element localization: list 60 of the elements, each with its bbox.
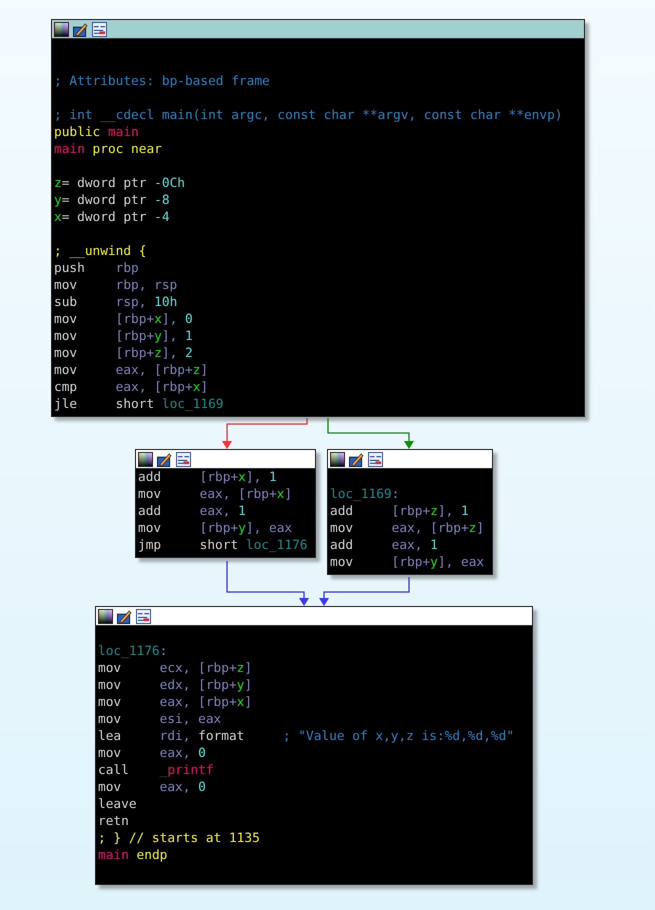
code-line: add eax, 1: [330, 537, 439, 554]
color-palette-icon[interactable]: [54, 22, 69, 36]
code-line: mov [rbp+y], eax: [138, 520, 294, 537]
code-line: mov [rbp+x], 0: [54, 311, 194, 328]
code-line: mov esi, eax: [98, 711, 222, 728]
code-block[interactable]: [51, 19, 585, 417]
code-line: mov eax, [rbp+x]: [138, 486, 294, 503]
code-line: loc_1169:: [330, 486, 400, 503]
code-line: sub rsp, 10h: [54, 294, 178, 311]
code-block[interactable]: add [rbp+x], 1 mov eax, [rbp+x] add eax, 1 mov [rbp+y], eax jmp short loc_1176: [135, 449, 316, 558]
code-block[interactable]: loc_1176: mov ecx, [rbp+z] mov edx, [rbp+y] mov eax, [rbp+x] mov esi, eax lea rdi, format ; "Value of x,y,z is:%d,%d,%d" mov eax, 0 call _printf mov eax, 0 leave retn ; } // starts at 1135 main endp: [95, 606, 533, 885]
code-line: mov eax, [rbp+z]: [330, 520, 486, 537]
code-line: main endp: [98, 847, 168, 864]
code-line: push rbp: [54, 260, 140, 277]
pencil-icon[interactable]: [73, 22, 88, 36]
code-line: mov [rbp+z], 2: [54, 345, 194, 362]
code-line: ; Attributes: bp-based frame: [54, 73, 271, 90]
block-titlebar[interactable]: [136, 450, 315, 469]
code-line: x= dword ptr -4: [54, 209, 171, 226]
code-line: mov edx, [rbp+y]: [98, 677, 254, 694]
code-line: mov rbp, rsp: [54, 277, 178, 294]
code-line: call _printf: [98, 762, 215, 779]
code-line: ; __unwind {: [54, 243, 148, 260]
code-line: mov eax, 0: [98, 745, 207, 762]
pencil-icon[interactable]: [157, 452, 172, 466]
graph-icon[interactable]: [176, 452, 191, 466]
code-line: jle short loc_1169: [54, 396, 224, 413]
pencil-icon[interactable]: [117, 608, 132, 624]
code-line: mov [rbp+y], 1: [54, 328, 194, 345]
color-palette-icon[interactable]: [138, 452, 153, 466]
code-line: ; int __cdecl main(int argc, const char **argv, const char **envp): [54, 107, 564, 124]
code-line: public main: [54, 124, 140, 141]
code-line: cmp eax, [rbp+x]: [54, 379, 210, 396]
code-line: mov ecx, [rbp+z]: [98, 660, 254, 677]
block-titlebar[interactable]: [328, 450, 492, 469]
code-line: loc_1176:: [98, 643, 168, 660]
color-palette-icon[interactable]: [330, 452, 345, 466]
code-line: add [rbp+z], 1: [330, 503, 470, 520]
code-line: add eax, 1: [138, 503, 247, 520]
code-line: add [rbp+x], 1: [138, 469, 278, 486]
code-line: ; } // starts at 1135: [98, 830, 261, 847]
color-palette-icon[interactable]: [98, 608, 113, 624]
code-line: jmp short loc_1176: [138, 537, 308, 554]
code-line: retn: [98, 813, 130, 830]
code-line: main proc near: [54, 141, 163, 158]
block-titlebar[interactable]: [96, 607, 532, 626]
graph-icon[interactable]: [368, 452, 383, 466]
block-titlebar[interactable]: [52, 20, 584, 39]
code-line: mov eax, [rbp+z]: [54, 362, 210, 379]
graph-icon[interactable]: [136, 608, 151, 624]
code-line: lea rdi, format ; "Value of x,y,z is:%d,%d,%d": [98, 728, 516, 745]
pencil-icon[interactable]: [349, 452, 364, 466]
code-line: y= dword ptr -8: [54, 192, 171, 209]
code-line: mov [rbp+y], eax: [330, 554, 486, 571]
code-line: mov eax, [rbp+x]: [98, 694, 254, 711]
graph-icon[interactable]: [92, 22, 107, 36]
code-line: z= dword ptr -0Ch: [54, 175, 186, 192]
code-line: mov eax, 0: [98, 779, 207, 796]
code-block[interactable]: loc_1169: add [rbp+z], 1 mov eax, [rbp+z] add eax, 1 mov [rbp+y], eax: [327, 449, 493, 575]
code-line: leave: [98, 796, 138, 813]
